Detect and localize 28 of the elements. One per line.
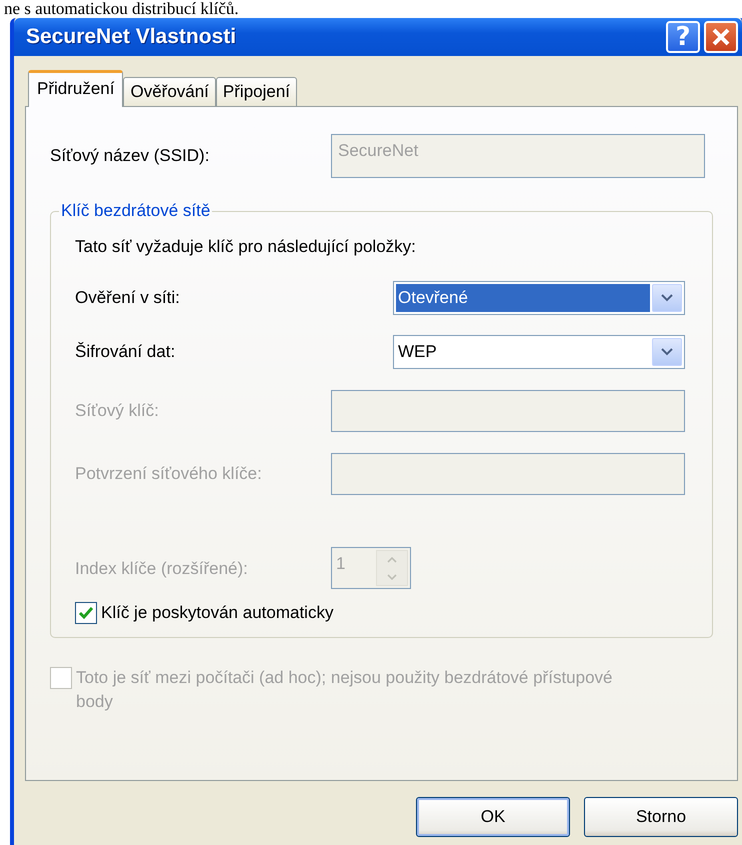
group-title: Klíč bezdrátové sítě xyxy=(60,201,212,221)
tab[interactable]: Ověřování xyxy=(123,77,216,107)
dialog-button[interactable]: OK xyxy=(416,797,570,837)
dropdown-button[interactable] xyxy=(652,284,682,312)
dropdown-button[interactable] xyxy=(652,338,682,366)
chevron-down-icon xyxy=(661,348,673,356)
group-description: Tato síť vyžaduje klíč pro následující položky: xyxy=(75,237,417,257)
dropdown[interactable]: Otevřené xyxy=(393,281,685,315)
field-label: Potvrzení síťového klíče: xyxy=(75,464,263,484)
field-label: Ověření v síti: xyxy=(75,288,181,308)
field-label: Síťový název (SSID): xyxy=(50,146,210,166)
tab[interactable]: Přidružení xyxy=(28,70,124,107)
dropdown-value: Otevřené xyxy=(396,284,650,312)
tab[interactable]: Připojení xyxy=(216,77,298,107)
field-label: Index klíče (rozšířené): xyxy=(75,559,249,580)
check-icon xyxy=(78,606,94,620)
field-label: Síťový klíč: xyxy=(75,400,160,420)
checkbox[interactable]: Klíč je poskytován automaticky xyxy=(75,601,694,625)
document-text: ne s automatickou distribucí klíčů. xyxy=(3,0,240,18)
dropdown[interactable]: WEP xyxy=(393,335,685,369)
window-title: SecureNet Vlastnosti xyxy=(26,25,238,49)
close-button[interactable] xyxy=(704,21,738,53)
close-icon xyxy=(711,27,731,47)
dropdown-value: WEP xyxy=(397,341,438,363)
help-button[interactable]: ? xyxy=(666,21,700,53)
dialog-button[interactable]: Storno xyxy=(584,797,738,837)
chevron-down-icon xyxy=(661,294,673,302)
field-label: Šifrování dat: xyxy=(75,342,176,362)
